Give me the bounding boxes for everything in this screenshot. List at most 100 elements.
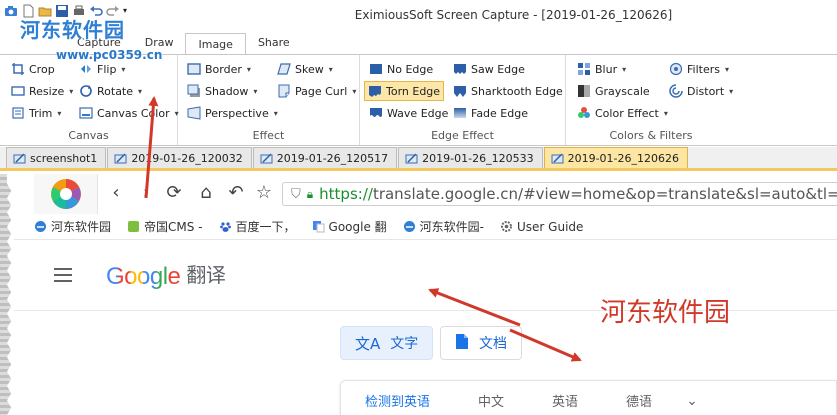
lang-detected[interactable]: 检测到英语 [341, 391, 454, 410]
doc-tab-active[interactable]: 2019-01-26_120626 [543, 147, 688, 168]
window-title: EximiousSoft Screen Capture - [2019-01-2… [354, 8, 673, 22]
image-canvas[interactable]: ‹ › ⟳ ⌂ ↶ ☆ ⛉ 🔒︎ https://translate.googl… [0, 174, 837, 415]
history-back-icon[interactable]: ↶ [226, 183, 246, 203]
doc-tab[interactable]: screenshot1 [6, 147, 107, 168]
screenshot-icon [260, 152, 273, 163]
address-bar[interactable]: ⛉ 🔒︎ https://translate.google.cn/#view=h… [282, 182, 837, 206]
bookmark-item[interactable]: 河东软件园- [403, 218, 484, 235]
trim-icon [11, 106, 25, 120]
canvas-color-button[interactable]: Canvas Color ▾ [76, 103, 182, 123]
perspective-button[interactable]: Perspective ▾ [184, 103, 281, 123]
bookmark-item[interactable]: Google 翻 [312, 218, 387, 235]
group-label-colors-filters: Colors & Filters [609, 129, 693, 142]
google-translate-icon [312, 220, 325, 233]
color-effect-button[interactable]: Color Effect ▾ [574, 103, 671, 123]
shadow-button[interactable]: Shadow ▾ [184, 81, 260, 101]
page-curl-icon [277, 84, 291, 98]
border-button[interactable]: Border ▾ [184, 59, 254, 79]
forward-icon[interactable]: › [136, 183, 156, 203]
sharktooth-edge-icon [453, 84, 467, 98]
wave-edge-button[interactable]: Wave Edge [366, 103, 451, 123]
trim-button[interactable]: Trim ▾ [8, 103, 64, 123]
home-icon[interactable]: ⌂ [196, 183, 216, 203]
text-mode-button[interactable]: 文A 文字 [340, 326, 434, 360]
filters-icon [669, 62, 683, 76]
url-path: translate.google.cn/#view=home&op=transl… [372, 185, 837, 203]
tab-share[interactable]: Share [246, 32, 302, 54]
torn-edge-button[interactable]: Torn Edge [364, 81, 445, 101]
language-bar: 检测到英语 中文 英语 德语 ⌄ [340, 380, 837, 415]
reload-icon[interactable]: ⟳ [164, 183, 184, 203]
blur-button[interactable]: Blur ▾ [574, 59, 629, 79]
ribbon: Crop Flip ▾ Resize ▾ Rotate ▾ Trim ▾ Canvas … [0, 54, 837, 146]
resize-icon [11, 84, 25, 98]
torn-edge-border [0, 174, 14, 415]
back-icon[interactable]: ‹ [106, 183, 126, 203]
google-translate-logo[interactable]: Google 翻译 [106, 261, 226, 291]
google-wordmark: Google [106, 263, 181, 290]
star-icon[interactable]: ☆ [254, 183, 274, 203]
browser-toolbar: ‹ › ⟳ ⌂ ↶ ☆ ⛉ 🔒︎ https://translate.googl… [14, 174, 837, 214]
group-label-effect: Effect [252, 129, 285, 142]
crop-button[interactable]: Crop [8, 59, 58, 79]
group-effect: Border ▾ Skew ▾ Shadow ▾ Page Curl ▾ Perspec… [178, 55, 360, 145]
doc-tab[interactable]: 2019-01-26_120533 [398, 147, 543, 168]
bookmark-item[interactable]: 帝国CMS - [127, 218, 203, 235]
grayscale-button[interactable]: Grayscale [574, 81, 653, 101]
no-edge-icon [369, 62, 383, 76]
lang-chinese[interactable]: 中文 [454, 391, 528, 410]
flip-icon [79, 62, 93, 76]
flip-button[interactable]: Flip ▾ [76, 59, 128, 79]
group-colors-filters: Blur ▾ Filters ▾ Grayscale Distort ▾ Color … [566, 55, 736, 145]
filters-button[interactable]: Filters ▾ [666, 59, 732, 79]
lang-english[interactable]: 英语 [528, 391, 602, 410]
perspective-icon [187, 106, 201, 120]
fade-edge-button[interactable]: Fade Edge [450, 103, 531, 123]
url-scheme: https:// [319, 185, 373, 203]
crop-icon [11, 62, 25, 76]
screenshot-icon [405, 152, 418, 163]
distort-button[interactable]: Distort ▾ [666, 81, 736, 101]
watermark-name: 河东软件园 [20, 18, 125, 42]
skew-button[interactable]: Skew ▾ [274, 59, 336, 79]
doc-tab[interactable]: 2019-01-26_120517 [252, 147, 398, 168]
saw-edge-icon [453, 62, 467, 76]
fade-edge-icon [453, 106, 467, 120]
shadow-icon [187, 84, 201, 98]
resize-button[interactable]: Resize ▾ [8, 81, 76, 101]
translate-icon: 文A [355, 334, 381, 353]
document-mode-button[interactable]: 文档 [440, 326, 522, 360]
bookmark-item[interactable]: 百度一下， [219, 218, 296, 235]
menu-icon[interactable] [54, 268, 72, 282]
browser-logo [34, 174, 98, 214]
bookmark-item[interactable]: User Guide [500, 220, 583, 234]
distort-icon [669, 84, 683, 98]
document-tabs: screenshot1 2019-01-26_120032 2019-01-26… [0, 147, 837, 171]
bookmark-site-icon [34, 220, 47, 233]
group-label-edge-effect: Edge Effect [431, 129, 494, 142]
bookmark-site-icon [403, 220, 416, 233]
doc-tab[interactable]: 2019-01-26_120032 [107, 147, 252, 168]
group-canvas: Crop Flip ▾ Resize ▾ Rotate ▾ Trim ▾ Canvas … [0, 55, 179, 145]
chevron-down-icon[interactable]: ⌄ [686, 393, 698, 409]
no-edge-button[interactable]: No Edge [366, 59, 436, 79]
page-curl-button[interactable]: Page Curl ▾ [274, 81, 359, 101]
annotation-text[interactable]: 河东软件园 [600, 292, 730, 329]
canvas-color-icon [79, 106, 93, 120]
title-bar: ▾ EximiousSoft Screen Capture - [2019-01… [0, 0, 837, 32]
bookmarks-bar: 河东软件园 帝国CMS - 百度一下， Google 翻 河东软件园- User… [14, 214, 837, 240]
sharktooth-edge-button[interactable]: Sharktooth Edge [450, 81, 566, 101]
lang-german[interactable]: 德语 [602, 391, 676, 410]
bookmark-item[interactable]: 河东软件园 [34, 218, 111, 235]
screenshot-icon [114, 152, 127, 163]
wave-edge-icon [369, 106, 383, 120]
grayscale-icon [577, 84, 591, 98]
watermark-url: www.pc0359.cn [56, 48, 163, 62]
torn-edge-icon [368, 84, 382, 98]
bookmark-cms-icon [127, 220, 140, 233]
tab-image[interactable]: Image [185, 33, 246, 55]
baidu-paw-icon [219, 220, 232, 233]
saw-edge-button[interactable]: Saw Edge [450, 59, 528, 79]
rotate-button[interactable]: Rotate ▾ [76, 81, 145, 101]
screenshot-icon [13, 152, 26, 163]
